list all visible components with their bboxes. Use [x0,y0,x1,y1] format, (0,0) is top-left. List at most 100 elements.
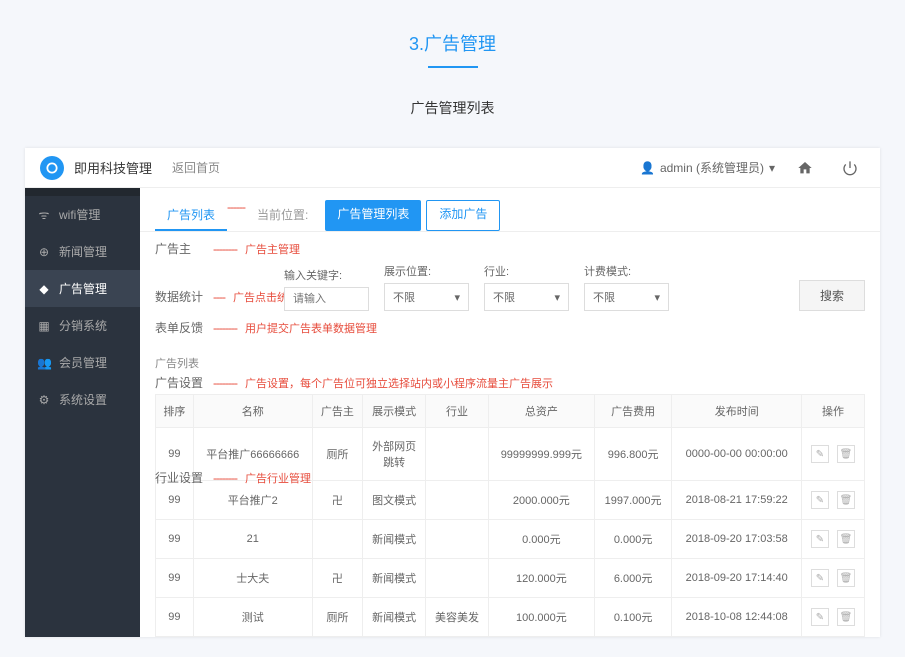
page-subtitle: 广告管理列表 [0,98,905,118]
table-row: 99 21 新闻模式 0.000元 0.000元 2018-09-20 17:0… [156,520,865,559]
billing-select[interactable]: 不限▾ [584,283,669,311]
cell-action: ✎ 🗑 [801,428,864,481]
cell-name: 21 [193,520,312,559]
filter-keyword-label: 输入关键字: [284,267,369,283]
back-link[interactable]: 返回首页 [172,159,220,176]
cell-industry [426,559,489,598]
user-dropdown[interactable]: 👤 admin (系统管理员) ▾ [640,159,775,176]
app-name: 即用科技管理 [74,158,152,177]
annotation-adv-owner: 广告主管理 [245,241,300,257]
cell-action: ✎ 🗑 [801,481,864,520]
sidebar-item-members[interactable]: 👥 会员管理 [25,344,140,381]
cell-industry [426,481,489,520]
cell-asset: 0.000元 [489,520,595,559]
cell-time: 2018-08-21 17:59:22 [672,481,802,520]
col-industry: 行业 [426,395,489,428]
table-row: 99 平台推广2 卍 图文模式 2000.000元 1997.000元 2018… [156,481,865,520]
chevron-down-icon: ▾ [654,291,660,304]
cell-owner: 厕所 [312,598,362,637]
cell-cost: 1997.000元 [594,481,672,520]
sidebar-item-wifi[interactable]: ᯤ wifi管理 [25,196,140,233]
annotation-list-label: 广告管理列表 [325,200,421,231]
add-ad-button[interactable]: 添加广告 [426,200,500,231]
col-cost: 广告费用 [594,395,672,428]
cell-mode: 外部网页 跳转 [363,428,426,481]
label-settings[interactable]: 广告设置 [155,374,205,391]
cell-industry [426,428,489,481]
col-owner: 广告主 [312,395,362,428]
main-content: 广告列表 ------ 当前位置: 广告管理列表 添加广告 广告主 ------… [140,188,880,637]
cell-owner: 卍 [312,559,362,598]
app-window: 即用科技管理 返回首页 👤 admin (系统管理员) ▾ ᯤ wifi管理 [25,148,880,637]
grid-icon: ▦ [37,319,51,333]
page-title: 3.广告管理 [0,30,905,56]
cell-rank: 99 [156,598,194,637]
cell-industry: 美容美发 [426,598,489,637]
keyword-input[interactable] [284,287,369,311]
label-stats[interactable]: 数据统计 [155,288,205,305]
sidebar-item-ads[interactable]: ◆ 广告管理 [25,270,140,307]
delete-icon[interactable]: 🗑 [837,569,855,587]
user-name: admin (系统管理员) [660,159,764,176]
cell-cost: 6.000元 [594,559,672,598]
label-form[interactable]: 表单反馈 [155,319,205,336]
delete-icon[interactable]: 🗑 [837,491,855,509]
search-button[interactable]: 搜索 [799,280,865,311]
sidebar-item-news[interactable]: ⊕ 新闻管理 [25,233,140,270]
industry-select[interactable]: 不限▾ [484,283,569,311]
delete-icon[interactable]: 🗑 [837,530,855,548]
title-underline [428,66,478,68]
sidebar-item-distribution[interactable]: ▦ 分销系统 [25,307,140,344]
edit-icon[interactable]: ✎ [811,608,829,626]
delete-icon[interactable]: 🗑 [837,445,855,463]
sidebar-item-label: 新闻管理 [59,243,107,260]
table-section-title: 广告列表 [155,350,865,376]
delete-icon[interactable]: 🗑 [837,608,855,626]
logo-icon [40,156,64,180]
tab-ad-list[interactable]: 广告列表 [155,200,227,231]
cell-time: 2018-09-20 17:14:40 [672,559,802,598]
user-icon: 👤 [640,161,655,175]
cell-name: 平台推广2 [193,481,312,520]
col-publish-time: 发布时间 [672,395,802,428]
cell-cost: 0.100元 [594,598,672,637]
cell-cost: 996.800元 [594,428,672,481]
cell-rank: 99 [156,481,194,520]
label-industry[interactable]: 行业设置 [155,469,205,486]
diamond-icon: ◆ [37,282,51,296]
edit-icon[interactable]: ✎ [811,569,829,587]
cell-mode: 新闻模式 [363,598,426,637]
label-adv-owner[interactable]: 广告主 [155,240,205,257]
home-icon[interactable] [790,153,820,183]
cell-mode: 新闻模式 [363,520,426,559]
cell-owner: 厕所 [312,428,362,481]
sidebar-item-label: 广告管理 [59,280,107,297]
chevron-down-icon: ▾ [454,291,460,304]
col-name: 名称 [193,395,312,428]
table-row: 99 士大夫 卍 新闻模式 120.000元 6.000元 2018-09-20… [156,559,865,598]
cell-owner [312,520,362,559]
table-row: 99 测试 厕所 新闻模式 美容美发 100.000元 0.100元 2018-… [156,598,865,637]
edit-icon[interactable]: ✎ [811,491,829,509]
col-total-asset: 总资产 [489,395,595,428]
cell-name: 测试 [193,598,312,637]
chevron-down-icon: ▾ [769,161,775,175]
cell-time: 2018-10-08 12:44:08 [672,598,802,637]
sidebar-item-settings[interactable]: ⚙ 系统设置 [25,381,140,418]
page-header: 3.广告管理 广告管理列表 [0,0,905,128]
cell-action: ✎ 🗑 [801,520,864,559]
ad-table: 排序 名称 广告主 展示模式 行业 总资产 广告费用 发布时间 操作 99 平台… [155,394,865,637]
users-icon: 👥 [37,356,51,370]
edit-icon[interactable]: ✎ [811,530,829,548]
cell-time: 2018-09-20 17:03:58 [672,520,802,559]
table-header-row: 排序 名称 广告主 展示模式 行业 总资产 广告费用 发布时间 操作 [156,395,865,428]
display-select[interactable]: 不限▾ [384,283,469,311]
annotation-settings: 广告设置，每个广告位可独立选择站内或小程序流量主广告展示 [245,375,553,391]
power-icon[interactable] [835,153,865,183]
sidebar-item-label: 会员管理 [59,354,107,371]
edit-icon[interactable]: ✎ [811,445,829,463]
cell-rank: 99 [156,520,194,559]
annotation-dash: ------ [227,200,245,231]
sidebar-item-label: 分销系统 [59,317,107,334]
col-action: 操作 [801,395,864,428]
